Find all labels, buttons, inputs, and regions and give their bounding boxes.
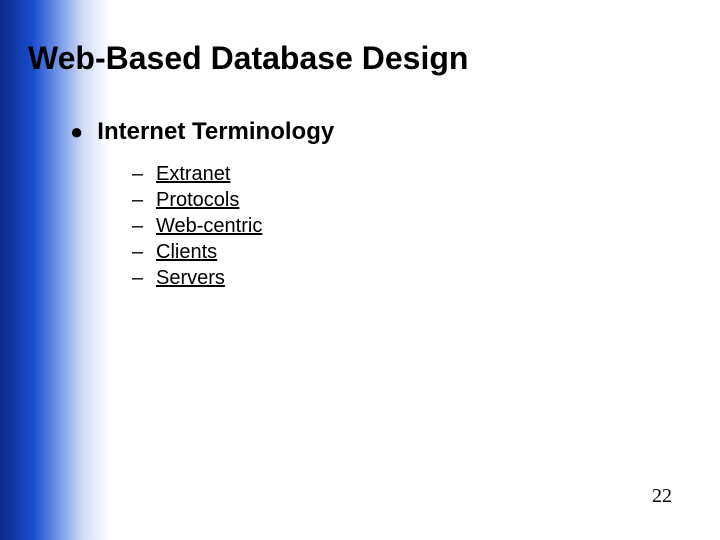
- list-item: – Web-centric: [132, 215, 262, 238]
- sub-item-link[interactable]: Protocols: [156, 189, 239, 212]
- gradient-sidebar: [0, 0, 110, 540]
- list-item: – Extranet: [132, 163, 262, 186]
- dash-icon: –: [132, 241, 156, 264]
- sub-item-link[interactable]: Web-centric: [156, 215, 262, 238]
- list-item: – Servers: [132, 267, 262, 290]
- dash-icon: –: [132, 163, 156, 186]
- page-number: 22: [652, 485, 672, 508]
- slide-title: Web-Based Database Design: [28, 40, 468, 77]
- main-bullet-text: Internet Terminology: [97, 118, 334, 146]
- sub-item-link[interactable]: Clients: [156, 241, 217, 264]
- list-item: – Clients: [132, 241, 262, 264]
- dash-icon: –: [132, 189, 156, 212]
- main-bullet: ● Internet Terminology: [70, 118, 334, 146]
- bullet-dot-icon: ●: [70, 121, 83, 143]
- sub-item-link[interactable]: Extranet: [156, 163, 230, 186]
- sub-item-list: – Extranet – Protocols – Web-centric – C…: [132, 163, 262, 293]
- dash-icon: –: [132, 267, 156, 290]
- list-item: – Protocols: [132, 189, 262, 212]
- sub-item-link[interactable]: Servers: [156, 267, 225, 290]
- dash-icon: –: [132, 215, 156, 238]
